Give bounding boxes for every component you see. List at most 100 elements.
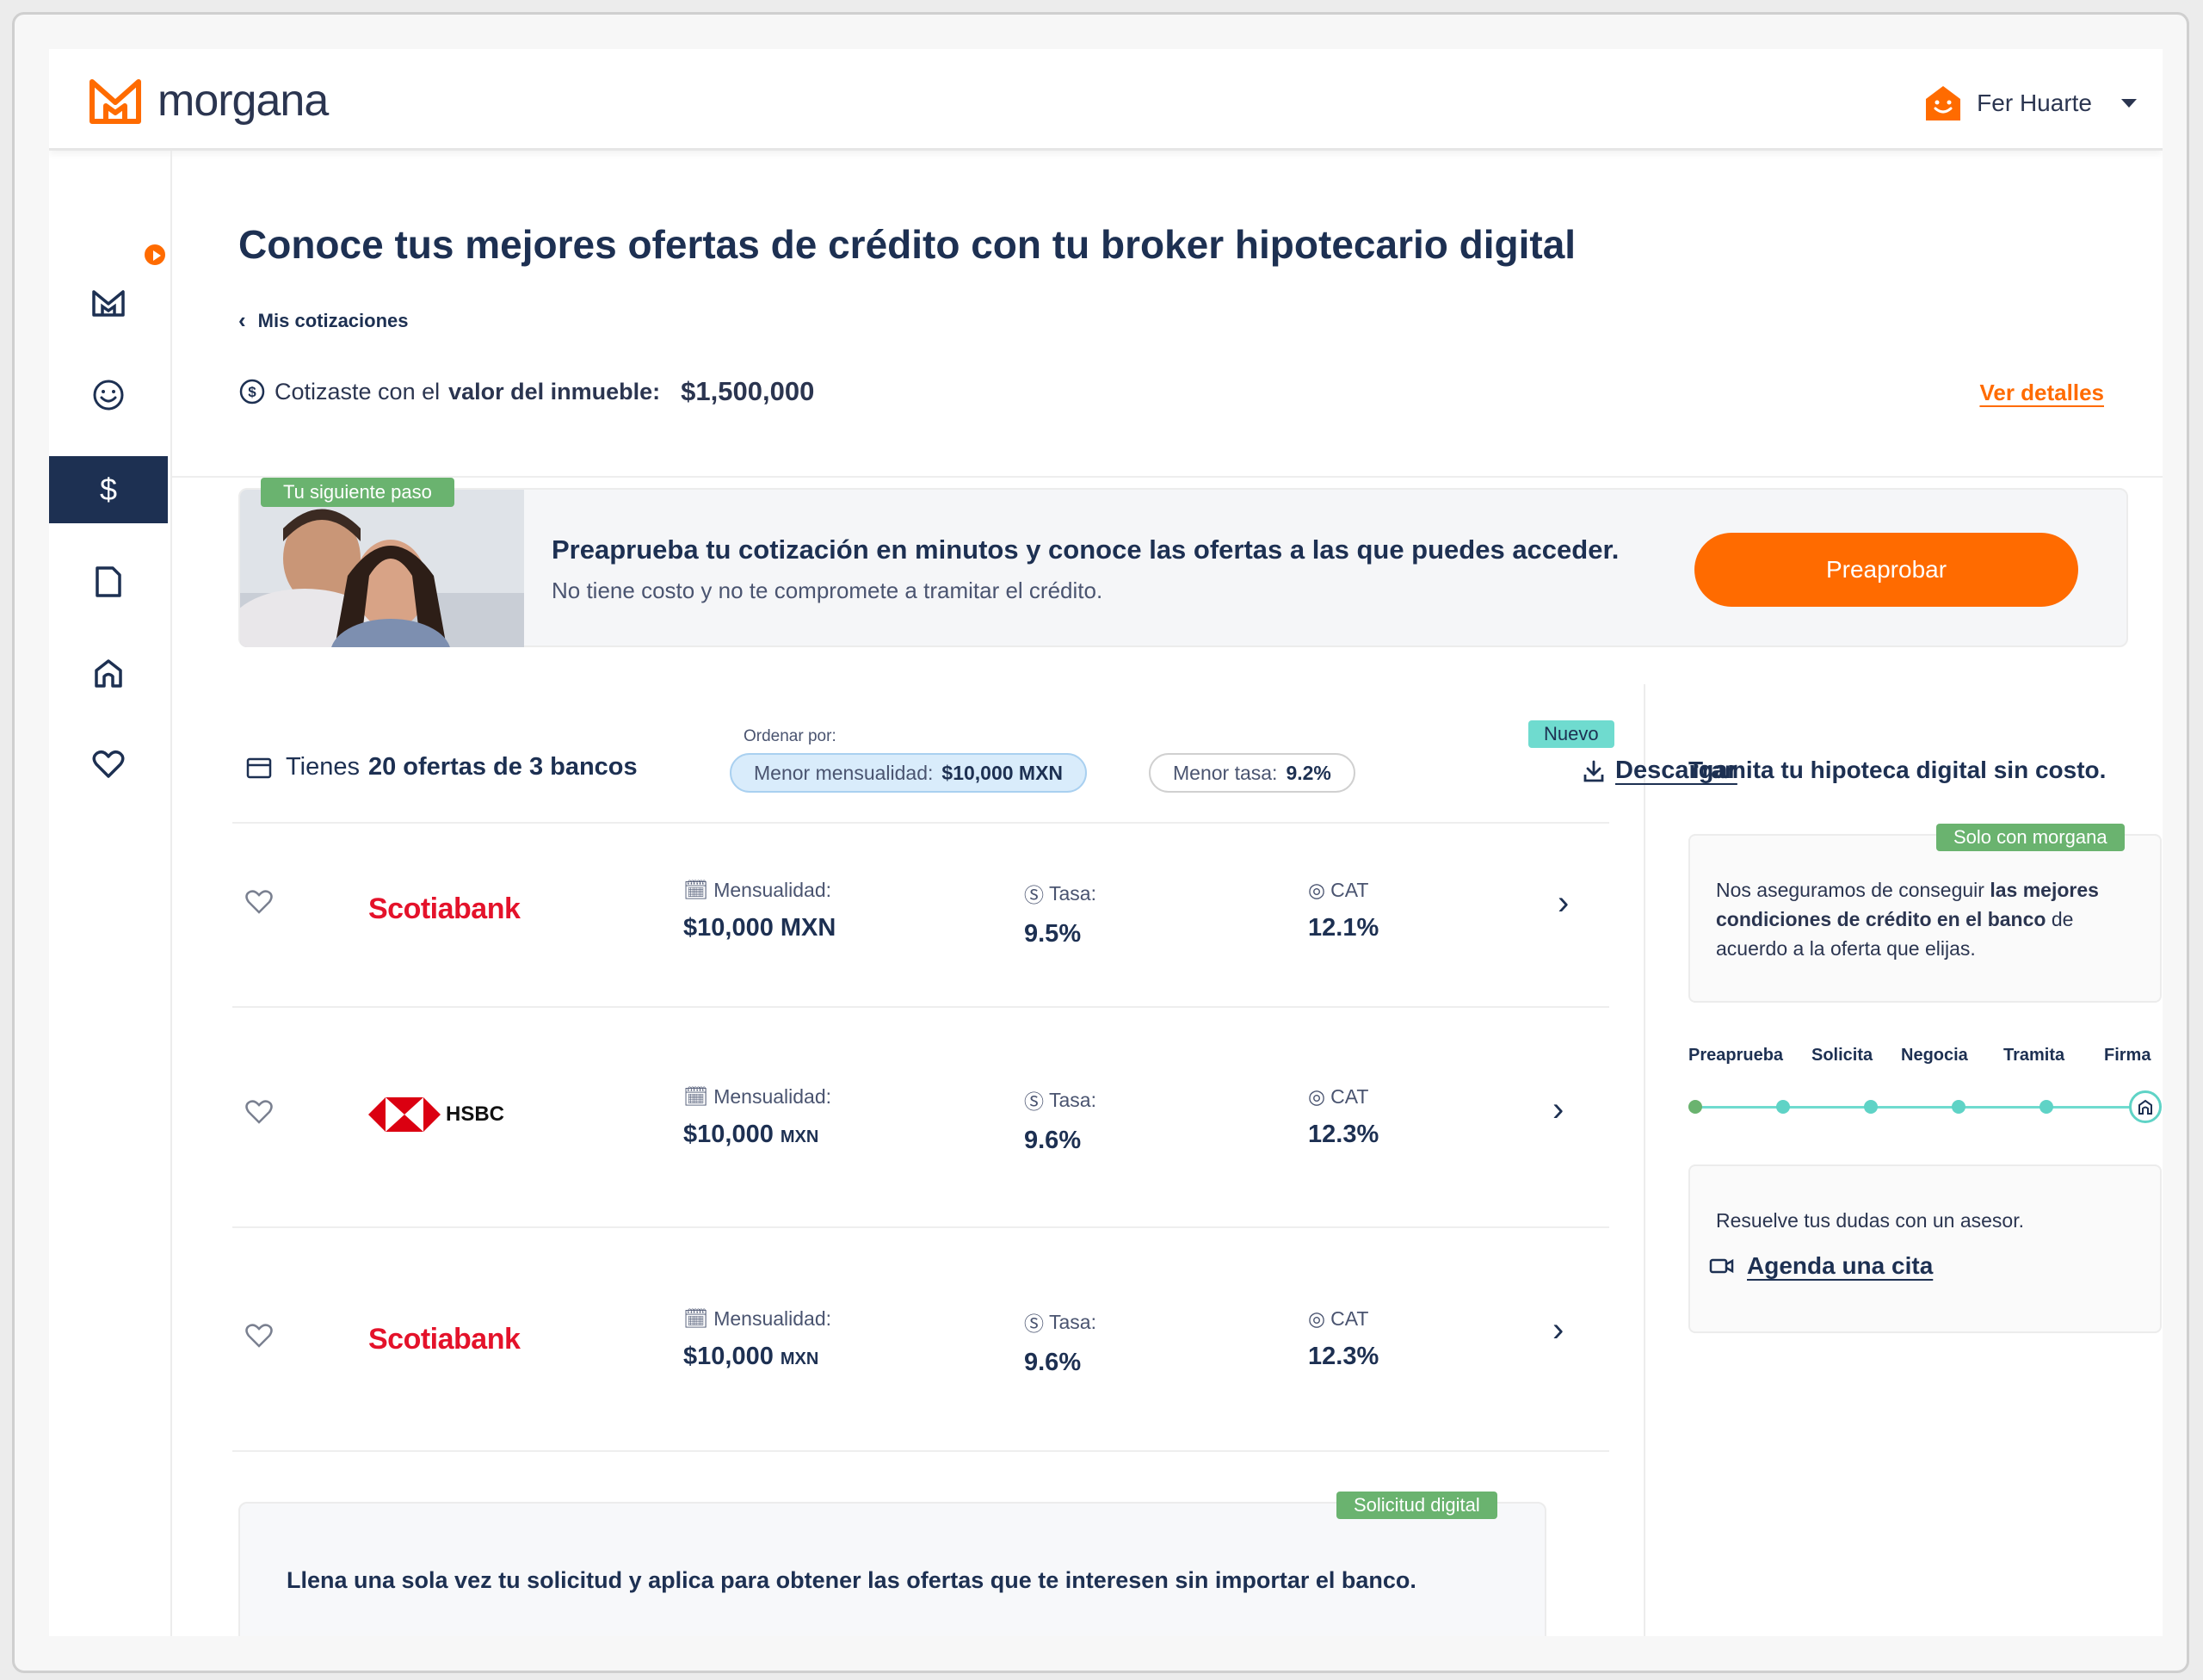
heart-outline-icon[interactable] <box>244 889 274 915</box>
sidebar-item-profile[interactable] <box>49 361 168 429</box>
step-label: Solicita <box>1811 1046 1873 1065</box>
percent-icon: Ⓢ <box>1024 884 1044 906</box>
morgana-only-tag: Solo con morgana <box>1936 824 2125 851</box>
chevron-right-icon[interactable]: › <box>1558 884 1569 923</box>
digital-application-tag: Solicitud digital <box>1336 1492 1497 1519</box>
new-tag: Nuevo <box>1528 720 1614 748</box>
step-dot <box>1952 1100 1965 1114</box>
step-label: Firma <box>2104 1046 2151 1065</box>
morgana-logo-icon <box>89 79 141 124</box>
interest-rate: Ⓢ Tasa: 9.5% <box>1024 879 1096 948</box>
next-step-tag: Tu siguiente paso <box>261 478 454 507</box>
offers-header: Tienes 20 ofertas de 3 bancos Ordenar po… <box>246 684 1737 822</box>
window-frame: morgana Fer Huarte $ Conoce tus mejores … <box>12 12 2189 1673</box>
sort-lowest-payment-label: Menor mensualidad: <box>754 761 934 784</box>
right-panel-title: Tramita tu hipoteca digital sin costo. <box>1688 757 2107 783</box>
user-menu[interactable]: Fer Huarte <box>1923 83 2137 123</box>
sidebar-item-properties[interactable] <box>49 639 168 707</box>
step-label: Tramita <box>2003 1046 2065 1065</box>
divider <box>172 476 2163 478</box>
dollar-icon: $ <box>99 472 118 507</box>
monthly-payment: 🗓 Mensualidad: $10,000 MXN <box>683 879 836 942</box>
heart-icon <box>92 750 125 778</box>
breadcrumb[interactable]: ‹ Mis cotizaciones <box>238 307 409 334</box>
step-dot <box>1864 1100 1878 1114</box>
bank-logo-hsbc: HSBC <box>368 1097 504 1132</box>
right-panel: Tramita tu hipoteca digital sin costo. S… <box>1645 684 2163 1636</box>
svg-text:$: $ <box>248 384 256 400</box>
rate-label: Tasa: <box>1049 1088 1096 1111</box>
sort-lowest-rate[interactable]: Menor tasa: 9.2% <box>1149 753 1355 793</box>
smiley-icon <box>93 380 124 411</box>
dollar-circle-icon: $ <box>239 379 265 405</box>
chevron-down-icon[interactable] <box>2121 99 2137 108</box>
page-title: Conoce tus mejores ofertas de crédito co… <box>238 222 1577 267</box>
video-camera-icon <box>1709 1258 1734 1274</box>
preaprobar-button[interactable]: Preaprobar <box>1694 533 2078 607</box>
monthly-value: $10,000 MXN <box>683 914 836 942</box>
sort-lowest-rate-value: 9.2% <box>1286 761 1331 784</box>
sort-lowest-payment[interactable]: Menor mensualidad: $10,000 MXN <box>730 753 1088 793</box>
step-line <box>1697 1106 2144 1109</box>
home-icon <box>95 659 122 688</box>
sidebar: $ <box>49 151 172 1636</box>
offer-row[interactable]: HSBC 🗓 Mensualidad: $10,000 MXN Ⓢ Tasa: 9.… <box>232 1006 1609 1226</box>
monthly-label: Mensualidad: <box>713 1307 832 1330</box>
sidebar-item-documents[interactable] <box>49 548 168 615</box>
calendar-icon: 🗓 <box>683 1307 709 1330</box>
calendar-icon: 🗓 <box>683 879 709 901</box>
offer-row[interactable]: Scotiabank 🗓 Mensualidad: $10,000 MXN Ⓢ Ta… <box>232 1226 1609 1450</box>
cat: ◎ CAT 12.1% <box>1308 879 1379 942</box>
quote-label: valor del inmueble: <box>448 378 661 405</box>
offers-count-prefix: Tienes <box>286 753 360 781</box>
play-icon[interactable] <box>142 242 168 268</box>
chevron-right-icon[interactable]: › <box>1552 1090 1564 1129</box>
schedule-appointment-link[interactable]: Agenda una cita <box>1709 1252 1933 1280</box>
cat-label: CAT <box>1330 1085 1369 1108</box>
rate-label: Tasa: <box>1049 881 1096 905</box>
details-link[interactable]: Ver detalles <box>1979 380 2104 406</box>
schedule-appointment-label: Agenda una cita <box>1747 1252 1934 1279</box>
bank-logo-scotiabank: Scotiabank <box>368 1323 521 1356</box>
offers-section: Tienes 20 ofertas de 3 bancos Ordenar po… <box>172 684 1737 1636</box>
monthly-value: $10,000 <box>683 1343 774 1370</box>
user-name: Fer Huarte <box>1977 90 2092 116</box>
step-dot <box>2039 1100 2053 1114</box>
offer-row[interactable]: Scotiabank 🗓 Mensualidad: $10,000 MXN Ⓢ Ta… <box>232 822 1609 1006</box>
logo[interactable]: morgana <box>89 75 329 127</box>
order-label: Ordenar por: <box>744 727 836 745</box>
cat-label: CAT <box>1330 1307 1369 1330</box>
monthly-value: $10,000 <box>683 1121 774 1148</box>
calendar-icon: 🗓 <box>683 1085 709 1108</box>
cat-value: 12.3% <box>1308 1343 1379 1370</box>
step-label: Preaprueba <box>1688 1046 1784 1065</box>
step-dot-current <box>1688 1100 1702 1114</box>
chevron-left-icon: ‹ <box>238 307 246 333</box>
sidebar-item-quotes[interactable]: $ <box>49 456 168 523</box>
cat-icon: ◎ <box>1308 1307 1326 1330</box>
heart-outline-icon[interactable] <box>244 1323 274 1349</box>
couple-photo <box>240 490 524 647</box>
document-icon <box>96 566 121 597</box>
cat-value: 12.1% <box>1308 914 1379 942</box>
monthly-payment: 🗓 Mensualidad: $10,000 MXN <box>683 1307 831 1371</box>
chevron-right-icon[interactable]: › <box>1552 1311 1564 1350</box>
advisor-text: Resuelve tus dudas con un asesor. <box>1716 1209 2025 1232</box>
monthly-payment: 🗓 Mensualidad: $10,000 MXN <box>683 1085 831 1149</box>
sort-lowest-rate-label: Menor tasa: <box>1173 761 1278 784</box>
cat-label: CAT <box>1330 879 1369 901</box>
heart-outline-icon[interactable] <box>244 1099 274 1125</box>
cat: ◎ CAT 12.3% <box>1308 1085 1379 1149</box>
quote-prefix: Cotizaste con el <box>275 378 441 405</box>
home-step-icon <box>2129 1090 2162 1123</box>
advisor-card: Resuelve tus dudas con un asesor. Agenda… <box>1688 1164 2162 1333</box>
step-label: Negocia <box>1901 1046 1968 1065</box>
benefit-card: Solo con morgana Nos aseguramos de conse… <box>1688 824 2162 1003</box>
cat: ◎ CAT 12.3% <box>1308 1307 1379 1371</box>
interest-rate: Ⓢ Tasa: 9.6% <box>1024 1085 1096 1155</box>
sidebar-item-home-logo[interactable] <box>49 269 168 337</box>
progress-steps: Preaprueba Solicita Negocia Tramita Firm… <box>1688 1046 2162 1123</box>
morgana-logo-icon <box>92 290 125 317</box>
sidebar-item-favorites[interactable] <box>49 731 168 798</box>
app: morgana Fer Huarte $ Conoce tus mejores … <box>49 49 2163 1636</box>
